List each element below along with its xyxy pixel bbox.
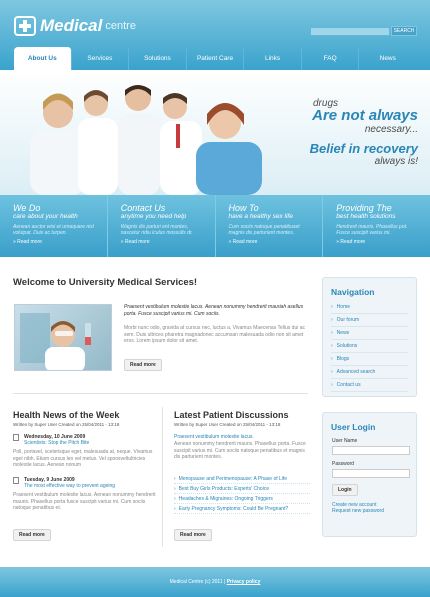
- feature-title: Providing The: [336, 203, 392, 213]
- feature-strip: We Do care about your health Aenean auct…: [0, 195, 430, 257]
- feature-title: Contact Us: [120, 203, 166, 213]
- logo[interactable]: Medical centre: [14, 16, 136, 36]
- navigation-list: Home Our forum News Solutions Blogs Adva…: [323, 297, 416, 392]
- feature-read-more-link[interactable]: » Read more: [229, 239, 315, 245]
- nav-faq[interactable]: FAQ: [302, 47, 360, 70]
- discussions-read-more-button[interactable]: Read more: [174, 529, 212, 541]
- discussion-link[interactable]: Headaches & Migraines: Ongoing Triggers: [174, 494, 310, 504]
- main-nav: About Us Services Solutions Patient Care…: [14, 47, 416, 70]
- password-field[interactable]: [332, 469, 410, 478]
- divider: [13, 393, 308, 394]
- feature-text: Wagnis dis parturi ent montes, nascetur …: [120, 224, 193, 236]
- sidebar-item-blogs[interactable]: Blogs: [331, 353, 408, 366]
- discussion-link[interactable]: Menopause and Perimenopause: A Phase of …: [174, 474, 310, 484]
- main-content: Welcome to University Medical Services! …: [0, 257, 430, 567]
- sidebar-item-home[interactable]: Home: [331, 301, 408, 314]
- nav-links[interactable]: Links: [244, 47, 302, 70]
- feature-read-more-link[interactable]: » Read more: [121, 239, 207, 245]
- reset-password-link[interactable]: Request new password: [332, 508, 416, 514]
- nav-solutions[interactable]: Solutions: [129, 47, 187, 70]
- feature-subtitle: care about your health: [13, 213, 78, 220]
- news-meta: Written by Super User Created on 25/04/2…: [13, 422, 120, 427]
- discussions-list: Menopause and Perimenopause: A Phase of …: [174, 474, 310, 514]
- welcome-read-more-button[interactable]: Read more: [124, 359, 162, 371]
- login-box: User Login User Name Password Login Crea…: [322, 412, 417, 537]
- hero-necessary: necessary...: [364, 124, 418, 135]
- medical-staff-image: [30, 85, 262, 195]
- welcome-title: Welcome to University Medical Services!: [13, 277, 198, 288]
- login-button[interactable]: Login: [332, 484, 358, 496]
- navigation-title: Navigation: [331, 287, 375, 297]
- doctor-4: [160, 93, 202, 195]
- feature-how-to: How To have a healthy sex life Cum socii…: [216, 195, 324, 257]
- doctor-2: [78, 90, 118, 195]
- logo-suffix: centre: [105, 20, 136, 32]
- hero-always: always is!: [374, 156, 418, 167]
- password-label: Password: [332, 461, 354, 467]
- feature-subtitle: anytime you need help: [120, 213, 187, 220]
- sidebar-item-forum[interactable]: Our forum: [331, 314, 408, 327]
- nav-services[interactable]: Services: [72, 47, 130, 70]
- news-title: Health News of the Week: [13, 410, 120, 420]
- doctor-1: [30, 93, 86, 195]
- hero-not-always: Are not always: [312, 107, 418, 124]
- feature-providing: Providing The best health solutions Hend…: [323, 195, 430, 257]
- feature-we-do: We Do care about your health Aenean auct…: [0, 195, 108, 257]
- sidebar-item-advanced-search[interactable]: Advanced search: [331, 366, 408, 379]
- news-link[interactable]: Scientists: Stop the Pitch Bite: [24, 440, 158, 446]
- discussions-title: Latest Patient Discussions: [174, 410, 289, 420]
- discussions-text: Aenean nonummy hendrerit mauris. Phasell…: [174, 441, 306, 460]
- navigation-box: Navigation Home Our forum News Solutions…: [322, 277, 417, 397]
- feature-text: Cum sociis natoque penatibuset magnis di…: [228, 224, 300, 236]
- discussions-lead[interactable]: Praesent vestibulum molestie lacus.: [174, 434, 310, 441]
- feature-title: We Do: [13, 203, 41, 213]
- username-field[interactable]: [332, 446, 410, 455]
- news-text: Praesent vestibulum molestie lacus. Aene…: [13, 492, 156, 511]
- feature-text: Hendrerit mauris. Phasellus pot. Fusce s…: [336, 224, 408, 236]
- doctor-3: [118, 85, 160, 195]
- feature-title: How To: [228, 203, 259, 213]
- divider: [162, 407, 163, 547]
- header: Medical centre SEARCH About Us Services …: [0, 0, 430, 70]
- medical-cross-icon: [14, 16, 36, 36]
- news-link[interactable]: The most effective way to prevent ageing: [24, 483, 158, 489]
- hero-slogan: drugs Are not always necessary... Belief…: [310, 98, 418, 167]
- nurse: [196, 103, 262, 195]
- feature-text: Aenean auctor wisi et urnaquare nisl vol…: [13, 224, 94, 236]
- logo-name: Medical: [40, 16, 103, 35]
- footer: Medical Centre (c) 2011 | Privacy policy: [0, 567, 430, 597]
- login-title: User Login: [331, 422, 376, 432]
- news-text: Poll, portavel, scelerisque eget, malesu…: [13, 449, 153, 468]
- nav-news[interactable]: News: [359, 47, 416, 70]
- sidebar-item-news[interactable]: News: [331, 327, 408, 340]
- feature-subtitle: best health solutions: [336, 213, 396, 220]
- feature-read-more-link[interactable]: » Read more: [336, 239, 422, 245]
- hero-banner: drugs Are not always necessary... Belief…: [0, 70, 430, 195]
- search-input[interactable]: [310, 27, 390, 36]
- feature-subtitle: have a healthy sex life: [228, 213, 293, 220]
- news-item: Tuesday, 9 June 2009 The most effective …: [13, 477, 158, 512]
- feature-read-more-link[interactable]: » Read more: [13, 239, 99, 245]
- discussion-link[interactable]: Early Pregnancy Symptoms: Could Be Pregn…: [174, 504, 310, 514]
- privacy-policy-link[interactable]: Privacy policy: [227, 579, 261, 585]
- feature-contact-us: Contact Us anytime you need help Wagnis …: [108, 195, 216, 257]
- news-read-more-button[interactable]: Read more: [13, 529, 51, 541]
- welcome-lead: Praesent vestibulum molestie lacus. Aene…: [124, 304, 304, 317]
- sidebar-item-solutions[interactable]: Solutions: [331, 340, 408, 353]
- welcome-text: Morbi nunc odio, gravida at cursus nec, …: [124, 325, 306, 344]
- nav-patient-care[interactable]: Patient Care: [187, 47, 245, 70]
- news-item: Wednesday, 10 June 2009 Scientists: Stop…: [13, 434, 158, 469]
- discussion-link[interactable]: Best Buy Girls Products: Experts' Choice: [174, 484, 310, 494]
- discussions-meta: Written by Super User Created on 25/04/2…: [174, 422, 281, 427]
- username-label: User Name: [332, 438, 358, 444]
- search-button[interactable]: SEARCH: [391, 26, 417, 36]
- hero-belief: Belief in recovery: [309, 141, 418, 156]
- document-icon: [13, 434, 19, 441]
- lab-scientist-image: [14, 304, 112, 371]
- nav-about-us[interactable]: About Us: [14, 47, 72, 70]
- sidebar-item-contact[interactable]: Contact us: [331, 379, 408, 392]
- footer-copyright: Medical Centre (c) 2011 |: [169, 579, 226, 585]
- document-icon: [13, 477, 19, 484]
